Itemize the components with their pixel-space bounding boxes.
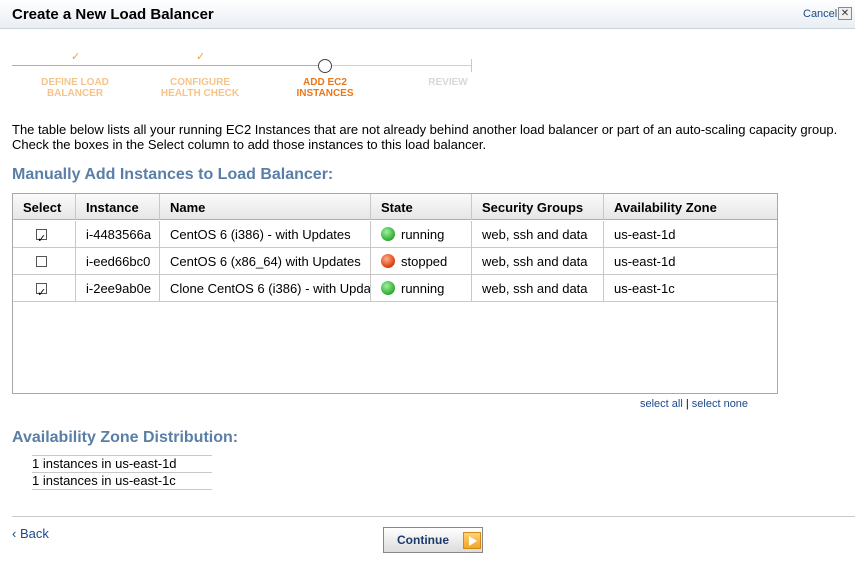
step-label-line1: ADD EC2: [303, 77, 347, 88]
step-label-line2: HEALTH CHECK: [160, 88, 240, 99]
status-running-icon: [381, 227, 395, 242]
intro-line-1: The table below lists all your running E…: [12, 122, 838, 137]
row-select-checkbox[interactable]: [36, 256, 47, 268]
dialog-titlebar: Create a New Load Balancer Cancel ✕: [0, 0, 855, 29]
step-label-line2: INSTANCES: [296, 88, 354, 99]
column-header-instance[interactable]: Instance: [76, 194, 160, 220]
column-header-select[interactable]: Select: [13, 194, 76, 220]
instance-name: CentOS 6 (i386) - with Updates: [160, 221, 371, 248]
progress-end-marker: [471, 59, 472, 72]
instance-name: CentOS 6 (x86_64) with Updates: [160, 248, 371, 275]
check-icon: ✓: [71, 51, 81, 63]
list-item: 1 instances in us-east-1d: [32, 455, 212, 472]
state-label: stopped: [401, 254, 448, 269]
close-icon[interactable]: ✕: [838, 7, 852, 20]
table-header: Select Instance Name State Security Grou…: [13, 194, 777, 220]
continue-button[interactable]: Continue: [383, 527, 483, 553]
security-groups: web, ssh and data: [472, 275, 604, 302]
wizard-progress: ✓ ✓ DEFINE LOAD BALANCER CONFIGURE HEALT…: [12, 50, 474, 102]
instance-id: i-eed66bc0: [76, 248, 160, 275]
table-row[interactable]: i-eed66bc0 CentOS 6 (x86_64) with Update…: [13, 248, 777, 275]
instance-id: i-4483566a: [76, 221, 160, 248]
availability-zone: us-east-1d: [614, 227, 676, 242]
intro-text: The table below lists all your running E…: [12, 122, 852, 152]
step-label-line1: DEFINE LOAD: [41, 77, 109, 88]
select-links: select all | select none: [640, 398, 748, 410]
instances-table: Select Instance Name State Security Grou…: [12, 193, 778, 394]
wizard-step-review: REVIEW: [393, 77, 503, 88]
security-groups: web, ssh and data: [472, 221, 604, 248]
wizard-step-add-ec2-instances: ADD EC2 INSTANCES: [270, 77, 380, 99]
table-row[interactable]: i-4483566a CentOS 6 (i386) - with Update…: [13, 221, 777, 248]
step-label-line1: REVIEW: [428, 77, 468, 88]
intro-line-2: Check the boxes in the Select column to …: [12, 137, 487, 152]
select-none-link[interactable]: select none: [692, 398, 748, 410]
instance-name: Clone CentOS 6 (i386) - with Updates: [160, 275, 371, 302]
table-row[interactable]: i-2ee9ab0e Clone CentOS 6 (i386) - with …: [13, 275, 777, 302]
play-arrow-icon: [463, 532, 481, 549]
step-label-line2: BALANCER: [46, 88, 104, 99]
row-select-checkbox[interactable]: [36, 226, 47, 248]
continue-label: Continue: [397, 533, 449, 547]
availability-zone: us-east-1d: [614, 254, 676, 269]
link-separator: |: [685, 398, 689, 410]
state-label: running: [401, 281, 445, 296]
status-stopped-icon: [381, 254, 395, 269]
list-item: 1 instances in us-east-1c: [32, 472, 212, 490]
instance-id: i-2ee9ab0e: [76, 275, 160, 302]
dialog-title: Create a New Load Balancer: [12, 6, 214, 23]
availability-zone: us-east-1c: [614, 281, 675, 296]
state-cell: running: [371, 221, 472, 248]
progress-line-remaining: [332, 65, 472, 66]
current-step-indicator: [318, 59, 332, 73]
state-label: running: [401, 227, 445, 242]
select-all-link[interactable]: select all: [640, 398, 683, 410]
step-label-line1: CONFIGURE: [170, 77, 230, 88]
row-select-checkbox[interactable]: [36, 280, 47, 302]
select-cell: [13, 275, 76, 302]
instances-section-title: Manually Add Instances to Load Balancer:: [12, 166, 334, 183]
distribution-section-title: Availability Zone Distribution:: [12, 429, 239, 446]
column-header-name[interactable]: Name: [160, 194, 371, 220]
wizard-step-define-load-balancer: DEFINE LOAD BALANCER: [20, 77, 130, 99]
cancel-link[interactable]: Cancel: [803, 8, 837, 20]
check-icon: ✓: [196, 51, 206, 63]
wizard-step-configure-health-check: CONFIGURE HEALTH CHECK: [145, 77, 255, 99]
progress-line-complete: [12, 65, 319, 66]
security-groups: web, ssh and data: [472, 248, 604, 275]
back-link[interactable]: ‹ Back: [12, 526, 49, 541]
state-cell: running: [371, 275, 472, 302]
state-cell: stopped: [371, 248, 472, 275]
column-header-state[interactable]: State: [371, 194, 472, 220]
column-header-security-groups[interactable]: Security Groups: [472, 194, 604, 220]
footer-divider: [12, 516, 855, 517]
select-cell: [13, 248, 76, 275]
select-cell: [13, 221, 76, 248]
column-header-availability-zone[interactable]: Availability Zone: [604, 194, 777, 220]
status-running-icon: [381, 281, 395, 296]
